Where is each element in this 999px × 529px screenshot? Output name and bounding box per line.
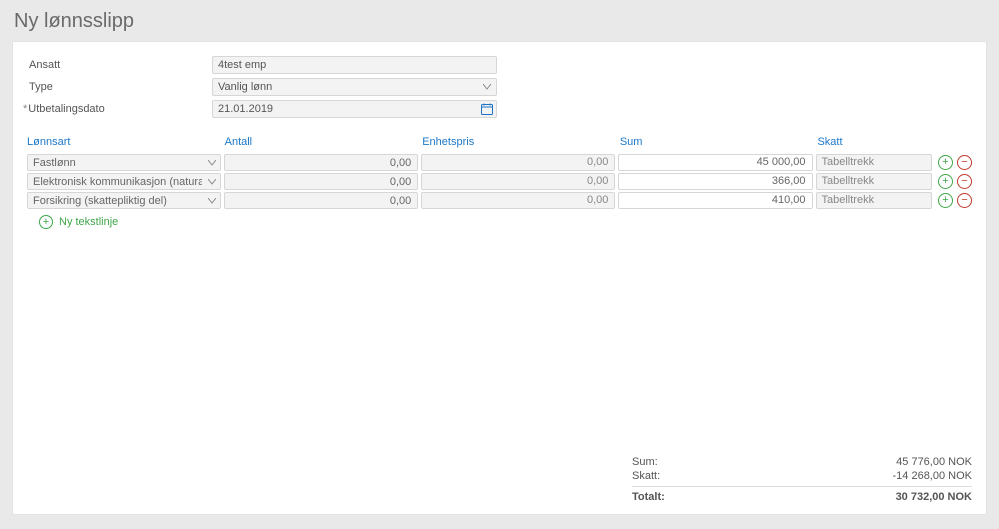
payslip-card: Ansatt Type Utbetalingsdato [12,41,987,515]
remove-row-button[interactable]: − [957,193,972,208]
grid-row: 0,00 410,00 Tabelltrekk + − [27,191,972,210]
lines-grid: Lønnsart Antall Enhetspris Sum Skatt 0,0… [27,136,972,229]
totals-skatt-value: -14 268,00 NOK [893,470,973,482]
row-utbetalingsdato: Utbetalingsdato [27,100,972,118]
lonnsart-input[interactable] [27,154,221,171]
lonnsart-input[interactable] [27,173,221,190]
antall-input[interactable] [224,173,418,190]
lonnsart-input[interactable] [27,192,221,209]
header-sum: Sum [620,136,818,148]
add-row-button[interactable]: + [938,174,953,189]
add-row-button[interactable]: + [938,155,953,170]
grid-row: 0,00 45 000,00 Tabelltrekk + − [27,153,972,172]
sum-value: 45 000,00 [618,154,812,171]
plus-icon: + [39,215,53,229]
enhetspris-value: 0,00 [421,173,615,190]
remove-row-button[interactable]: − [957,174,972,189]
totals-panel: Sum: 45 776,00 NOK Skatt: -14 268,00 NOK… [632,455,972,504]
totals-skatt-label: Skatt: [632,470,660,482]
antall-input[interactable] [224,192,418,209]
totals-grand-label: Totalt: [632,491,665,503]
add-row-button[interactable]: + [938,193,953,208]
sum-value: 410,00 [618,192,812,209]
chevron-down-icon[interactable] [480,80,494,94]
chevron-down-icon[interactable] [206,195,218,207]
header-skatt: Skatt [817,136,936,148]
page-title: Ny lønnsslipp [14,10,987,33]
antall-input[interactable] [224,154,418,171]
totals-sum-label: Sum: [632,456,658,468]
row-type: Type [27,78,972,96]
grid-row: 0,00 366,00 Tabelltrekk + − [27,172,972,191]
ansatt-input[interactable] [212,56,497,74]
grid-header: Lønnsart Antall Enhetspris Sum Skatt [27,136,972,153]
new-text-line-label: Ny tekstlinje [59,216,118,228]
chevron-down-icon[interactable] [206,176,218,188]
row-ansatt: Ansatt [27,56,972,74]
type-select[interactable] [212,78,497,96]
sum-value: 366,00 [618,173,812,190]
skatt-value: Tabelltrekk [816,192,932,209]
totals-grand-value: 30 732,00 NOK [896,491,972,503]
remove-row-button[interactable]: − [957,155,972,170]
chevron-down-icon[interactable] [206,157,218,169]
label-ansatt: Ansatt [27,59,212,71]
header-antall: Antall [225,136,423,148]
header-lonnsart: Lønnsart [27,136,225,148]
label-utbetalingsdato: Utbetalingsdato [27,103,212,115]
new-text-line-button[interactable]: + Ny tekstlinje [39,215,972,229]
label-type: Type [27,81,212,93]
utbetalingsdato-input[interactable] [212,100,497,118]
calendar-icon[interactable] [480,102,494,116]
totals-sum-value: 45 776,00 NOK [896,456,972,468]
skatt-value: Tabelltrekk [816,154,932,171]
enhetspris-value: 0,00 [421,154,615,171]
header-enhetspris: Enhetspris [422,136,620,148]
enhetspris-value: 0,00 [421,192,615,209]
skatt-value: Tabelltrekk [816,173,932,190]
